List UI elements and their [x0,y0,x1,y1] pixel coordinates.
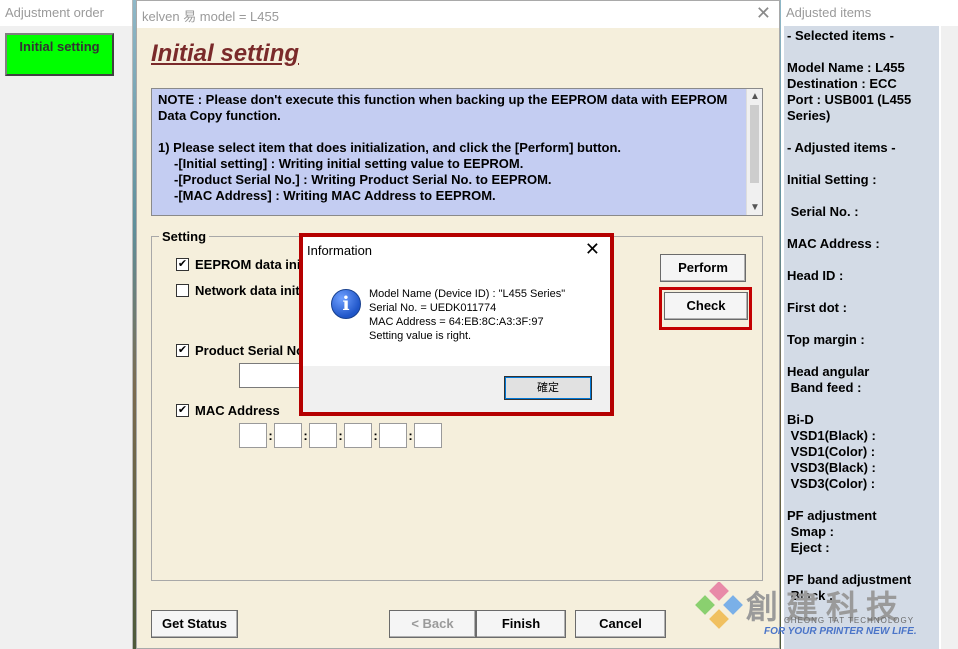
mac-octet-input[interactable] [274,423,302,448]
serial-no-label: Product Serial No [195,343,305,358]
note-textbox[interactable]: NOTE : Please don't execute this functio… [151,88,763,216]
adjusted-item-line: Serial No. : [787,204,859,219]
adjustment-order-title: Adjustment order [0,0,132,26]
adjusted-item-line: Eject : [787,540,830,555]
information-dialog: Information ✕ i Model Name (Device ID) :… [299,233,614,416]
page-title: Initial setting [151,40,300,67]
network-init-checkbox[interactable] [176,284,189,297]
dialog-message: Model Name (Device ID) : "L455 Series" S… [369,287,565,343]
watermark-slogan: FOR YOUR PRINTER NEW LIFE. [764,626,917,637]
adjusted-item-line: Destination : ECC [787,76,897,91]
adjusted-items-scrollbar[interactable] [941,26,958,649]
adjusted-item-line: VSD3(Black) : [787,460,876,475]
adjusted-item-line: Model Name : L455 [787,60,905,75]
back-button[interactable]: < Back [389,610,476,638]
adjusted-item-line: Port : USB001 (L455 [787,92,912,107]
initial-setting-order-button[interactable]: Initial setting [5,33,114,76]
scroll-thumb[interactable] [750,105,759,183]
adjusted-item-line: VSD3(Color) : [787,476,876,491]
finish-button[interactable]: Finish [476,610,566,638]
adjusted-item-line [787,220,937,236]
mac-address-fields: : : : : : [239,423,442,448]
dialog-message-line: MAC Address = 64:EB:8C:A3:3F:97 [369,316,544,328]
watermark-subtitle: CHEONG TAT TECHNOLOGY [784,616,915,625]
eeprom-init-checkbox[interactable]: ✔ [176,258,189,271]
mac-octet-input[interactable] [379,423,407,448]
adjusted-items-title: Adjusted items [781,0,958,26]
adjusted-items-list: - Selected items - Model Name : L455 Desti… [784,26,939,649]
perform-button[interactable]: Perform [660,254,746,282]
mac-octet-input[interactable] [309,423,337,448]
info-icon: i [331,289,361,319]
main-titlebar: kelven 易 model = L455 ✕ [137,1,779,28]
note-line: Data Copy function. [158,108,281,123]
note-scrollbar[interactable]: ▲ ▼ [746,89,762,215]
adjusted-item-line: Initial Setting : [787,172,877,187]
adjusted-item-line: Top margin : [787,332,865,347]
get-status-button[interactable]: Get Status [151,610,238,638]
adjusted-item-line [787,252,937,268]
adjusted-item-line: Series) [787,108,831,123]
adjusted-item-line: MAC Address : [787,236,880,251]
network-init-checkbox-row[interactable]: Network data init [176,283,300,298]
scroll-up-icon[interactable]: ▲ [750,91,760,102]
eeprom-init-checkbox-row[interactable]: ✔ EEPROM data ini [176,257,300,272]
brand-logo-icon [695,582,743,629]
network-init-label: Network data init [195,283,300,298]
mac-octet-input[interactable] [414,423,442,448]
dialog-message-line: Serial No. = UEDK011774 [369,302,497,314]
adjusted-item-line: Smap : [787,524,834,539]
adjusted-item-line [787,348,937,364]
adjusted-item-line: Band feed : [787,380,862,395]
adjusted-item-line: PF adjustment [787,508,877,523]
adjusted-item-line: VSD1(Color) : [787,444,876,459]
adjusted-item-line [787,188,937,204]
adjusted-item-line: First dot : [787,300,847,315]
watermark: 創建科技 CHEONG TAT TECHNOLOGY FOR YOUR PRIN… [694,582,958,644]
adjusted-item-line: Bi-D [787,412,814,427]
adjusted-item-line [787,492,937,508]
close-icon[interactable]: ✕ [756,3,771,24]
cancel-button[interactable]: Cancel [575,610,666,638]
mac-address-checkbox[interactable]: ✔ [176,404,189,417]
adjusted-items-window: Adjusted items - Selected items - Model N… [781,0,958,649]
adjusted-item-line [787,316,937,332]
adjusted-item-line: Head angular [787,364,870,379]
dialog-title: Information [307,243,373,258]
serial-no-checkbox-row[interactable]: ✔ Product Serial No [176,343,304,358]
mac-address-checkbox-row[interactable]: ✔ MAC Address [176,403,280,418]
note-line: NOTE : Please don't execute this functio… [158,92,728,107]
mac-octet-input[interactable] [239,423,267,448]
setting-group-label: Setting [159,229,210,244]
mac-octet-input[interactable] [344,423,372,448]
dialog-ok-button[interactable]: 確定 [504,376,592,400]
main-window-title: kelven 易 model = L455 [142,9,279,24]
dialog-footer: 確定 [303,366,610,412]
serial-no-checkbox[interactable]: ✔ [176,344,189,357]
adjusted-item-line [787,396,937,412]
adjustment-order-window: Adjustment order Initial setting [0,0,133,649]
check-button[interactable]: Check [664,292,748,320]
scroll-down-icon[interactable]: ▼ [750,202,760,213]
adjusted-item-line: - Selected items - [787,28,894,43]
adjusted-item-line: VSD1(Black) : [787,428,876,443]
dialog-message-line: Model Name (Device ID) : "L455 Series" [369,288,566,300]
note-line: -[Product Serial No.] : Writing Product … [174,172,552,187]
adjusted-item-line: - Adjusted items - [787,140,896,155]
adjusted-item-line [787,156,937,172]
adjusted-item-line [787,124,937,140]
dialog-message-line: Setting value is right. [369,330,472,342]
note-line: -[MAC Address] : Writing MAC Address to … [174,188,496,203]
eeprom-init-label: EEPROM data ini [195,257,301,272]
mac-address-label: MAC Address [195,403,280,418]
note-line: 1) Please select item that does initiali… [158,140,622,155]
adjusted-item-line [787,44,937,60]
adjusted-item-line: Head ID : [787,268,844,283]
dialog-close-icon[interactable]: ✕ [585,239,600,260]
note-line: -[Initial setting] : Writing initial set… [174,156,524,171]
adjusted-item-line [787,556,937,572]
adjusted-item-line [787,284,937,300]
